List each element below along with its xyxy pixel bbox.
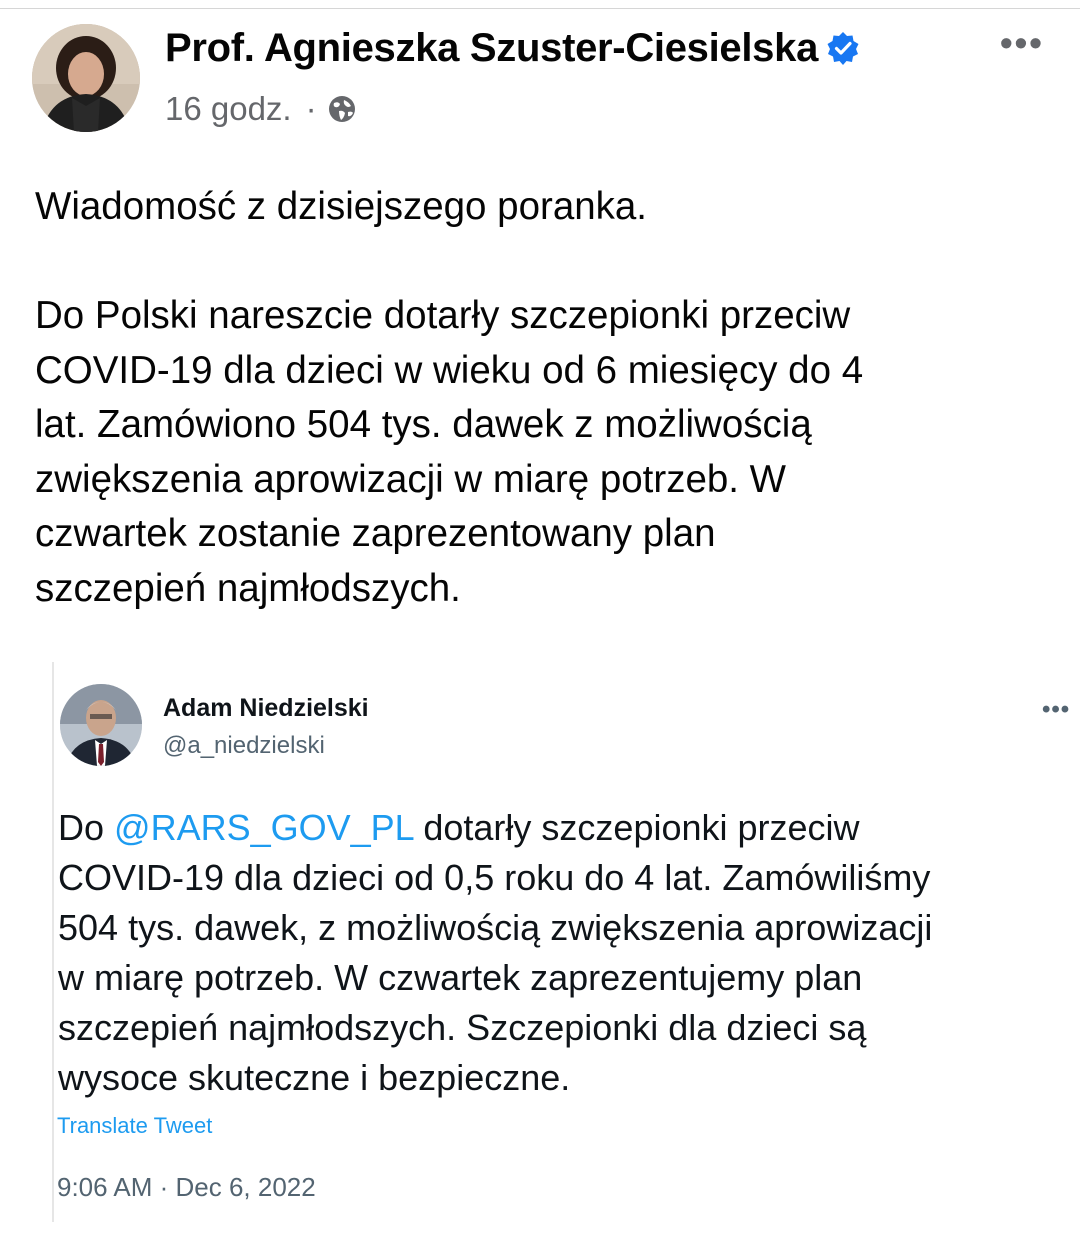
- tweet-author-name[interactable]: Adam Niedzielski: [163, 694, 369, 723]
- tweet-timestamp[interactable]: 9:06 AM · Dec 6, 2022: [57, 1172, 316, 1203]
- verified-badge-icon: [827, 32, 859, 65]
- author-name-row[interactable]: Prof. Agnieszka Szuster-Ciesielska: [165, 26, 860, 71]
- embedded-tweet[interactable]: Adam Niedzielski @a_niedzielski ••• Do @…: [52, 662, 1080, 1222]
- globe-icon: [328, 96, 355, 122]
- post-time[interactable]: 16 godz.: [165, 90, 292, 128]
- tweet-text-line: Do @RARS_GOV_PL dotarły szczepionki prze…: [58, 803, 1078, 853]
- post-meta: 16 godz. ·: [165, 90, 357, 128]
- post-body: Wiadomość z dzisiejszego poranka. Do Pol…: [35, 180, 1045, 616]
- author-avatar[interactable]: [32, 24, 140, 132]
- post-text-line: zwiększenia aprowizacji w miarę potrzeb.…: [35, 457, 786, 501]
- tweet-mention-link[interactable]: @RARS_GOV_PL: [114, 807, 413, 848]
- tweet-text-line: szczepień najmłodszych. Szczepionki dla …: [58, 1007, 867, 1048]
- translate-tweet-link[interactable]: Translate Tweet: [57, 1113, 212, 1139]
- post-text-line: Do Polski nareszcie dotarły szczepionki …: [35, 294, 851, 337]
- top-divider: [0, 0, 1080, 9]
- tweet-author-handle[interactable]: @a_niedzielski: [163, 732, 325, 760]
- tweet-body: Do @RARS_GOV_PL dotarły szczepionki prze…: [58, 803, 1078, 1103]
- tweet-text-prefix: Do: [58, 807, 115, 848]
- author-name[interactable]: Prof. Agnieszka Szuster-Ciesielska: [165, 26, 818, 70]
- meta-separator: ·: [305, 90, 317, 127]
- tweet-text-suffix: dotarły szczepionki przeciw: [413, 807, 860, 848]
- tweet-text-line: wysoce skuteczne i bezpieczne.: [58, 1057, 571, 1098]
- post-text-line: szczepień najmłodszych.: [35, 566, 461, 610]
- tweet-text-line: w miarę potrzeb. W czwartek zaprezentuje…: [58, 957, 863, 998]
- post-text-line: lat. Zamówiono 504 tys. dawek z możliwoś…: [35, 403, 812, 446]
- tweet-text-line: COVID-19 dla dzieci od 0,5 roku do 4 lat…: [58, 857, 931, 898]
- post-text-line: czwartek zostanie zaprezentowany plan: [35, 512, 716, 555]
- tweet-author-avatar[interactable]: [60, 684, 142, 766]
- more-options-icon[interactable]: •••: [1000, 25, 1060, 61]
- post-text-line: Wiadomość z dzisiejszego poranka.: [35, 185, 647, 228]
- tweet-text-line: 504 tys. dawek, z możliwością zwiększeni…: [58, 907, 933, 948]
- post-text-line: COVID-19 dla dzieci w wieku od 6 miesięc…: [35, 348, 864, 392]
- tweet-more-icon[interactable]: •••: [1042, 696, 1070, 724]
